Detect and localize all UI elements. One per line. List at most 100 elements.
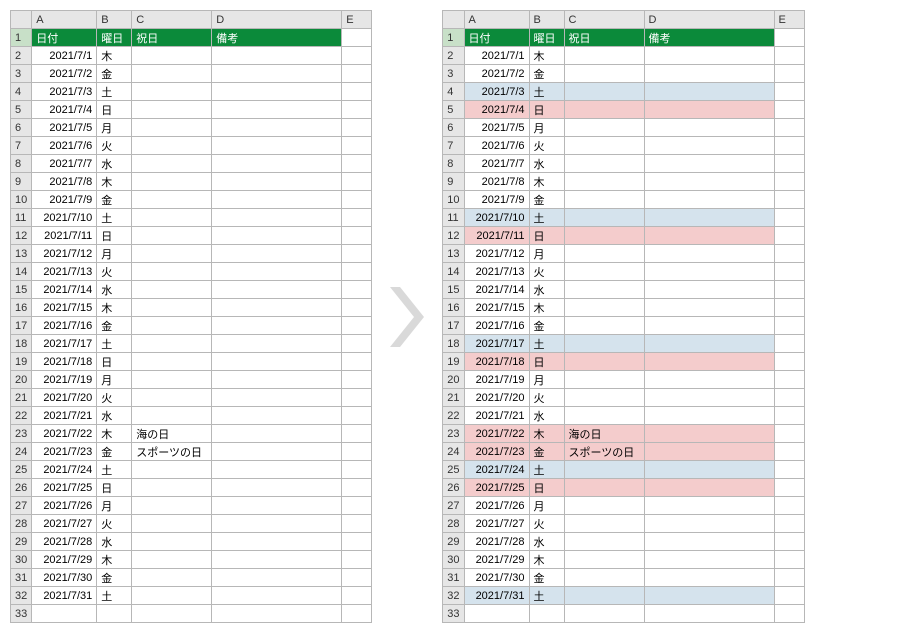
cell[interactable] xyxy=(342,461,372,479)
cell-holiday[interactable] xyxy=(132,155,212,173)
cell-date[interactable]: 2021/7/31 xyxy=(32,587,97,605)
header-cell-dow[interactable]: 曜日 xyxy=(529,29,564,47)
row-header[interactable]: 1 xyxy=(11,29,32,47)
cell-note[interactable] xyxy=(644,47,774,65)
cell[interactable] xyxy=(774,443,804,461)
header-cell-dow[interactable]: 曜日 xyxy=(97,29,132,47)
cell-holiday[interactable] xyxy=(564,227,644,245)
cell-note[interactable] xyxy=(212,209,342,227)
cell-date[interactable]: 2021/7/22 xyxy=(32,425,97,443)
cell-dow[interactable]: 火 xyxy=(97,137,132,155)
cell-holiday[interactable] xyxy=(132,479,212,497)
cell-holiday[interactable] xyxy=(132,551,212,569)
header-cell-note[interactable]: 備考 xyxy=(212,29,342,47)
cell-holiday[interactable] xyxy=(132,227,212,245)
row-header[interactable]: 12 xyxy=(11,227,32,245)
row-header[interactable]: 13 xyxy=(11,245,32,263)
cell-note[interactable] xyxy=(212,533,342,551)
cell-dow[interactable]: 火 xyxy=(529,263,564,281)
row-header[interactable]: 25 xyxy=(443,461,464,479)
cell-holiday[interactable] xyxy=(564,209,644,227)
cell-dow[interactable]: 金 xyxy=(97,569,132,587)
cell-note[interactable] xyxy=(212,299,342,317)
cell[interactable] xyxy=(97,605,132,623)
cell-holiday[interactable]: 海の日 xyxy=(132,425,212,443)
cell-date[interactable]: 2021/7/24 xyxy=(464,461,529,479)
cell-holiday[interactable] xyxy=(564,173,644,191)
cell-dow[interactable]: 土 xyxy=(97,587,132,605)
cell-note[interactable] xyxy=(644,515,774,533)
row-header[interactable]: 26 xyxy=(443,479,464,497)
cell[interactable] xyxy=(774,119,804,137)
cell[interactable] xyxy=(342,533,372,551)
cell-holiday[interactable] xyxy=(564,461,644,479)
cell[interactable] xyxy=(774,317,804,335)
cell-note[interactable] xyxy=(644,551,774,569)
cell-date[interactable]: 2021/7/19 xyxy=(32,371,97,389)
row-header[interactable]: 3 xyxy=(11,65,32,83)
row-header[interactable]: 33 xyxy=(11,605,32,623)
cell-holiday[interactable] xyxy=(132,371,212,389)
cell-date[interactable]: 2021/7/4 xyxy=(464,101,529,119)
cell-date[interactable]: 2021/7/4 xyxy=(32,101,97,119)
cell[interactable] xyxy=(774,227,804,245)
cell-note[interactable] xyxy=(212,47,342,65)
cell-dow[interactable]: 木 xyxy=(97,551,132,569)
cell-date[interactable]: 2021/7/17 xyxy=(32,335,97,353)
cell-note[interactable] xyxy=(644,587,774,605)
cell-note[interactable] xyxy=(212,425,342,443)
row-header[interactable]: 7 xyxy=(443,137,464,155)
cell[interactable] xyxy=(774,587,804,605)
cell-dow[interactable]: 金 xyxy=(529,569,564,587)
cell-note[interactable] xyxy=(212,389,342,407)
cell-note[interactable] xyxy=(212,83,342,101)
cell-note[interactable] xyxy=(644,335,774,353)
cell-dow[interactable]: 月 xyxy=(97,119,132,137)
row-header[interactable]: 2 xyxy=(443,47,464,65)
cell-dow[interactable]: 水 xyxy=(97,155,132,173)
cell-dow[interactable]: 木 xyxy=(529,173,564,191)
cell[interactable] xyxy=(342,281,372,299)
cell-date[interactable]: 2021/7/19 xyxy=(464,371,529,389)
cell[interactable] xyxy=(342,353,372,371)
cell-dow[interactable]: 金 xyxy=(97,191,132,209)
cell[interactable] xyxy=(342,227,372,245)
select-all-corner[interactable] xyxy=(11,11,32,29)
cell-dow[interactable]: 火 xyxy=(97,389,132,407)
cell[interactable] xyxy=(774,155,804,173)
column-header-D[interactable]: D xyxy=(644,11,774,29)
row-header[interactable]: 17 xyxy=(443,317,464,335)
cell-dow[interactable]: 木 xyxy=(97,173,132,191)
cell-dow[interactable]: 金 xyxy=(529,443,564,461)
row-header[interactable]: 5 xyxy=(11,101,32,119)
cell-dow[interactable]: 土 xyxy=(97,461,132,479)
cell-date[interactable]: 2021/7/7 xyxy=(32,155,97,173)
cell-date[interactable]: 2021/7/26 xyxy=(464,497,529,515)
cell[interactable] xyxy=(774,407,804,425)
row-header[interactable]: 29 xyxy=(11,533,32,551)
cell-date[interactable]: 2021/7/16 xyxy=(32,317,97,335)
header-cell-note[interactable]: 備考 xyxy=(644,29,774,47)
row-header[interactable]: 8 xyxy=(443,155,464,173)
cell[interactable] xyxy=(342,263,372,281)
cell[interactable] xyxy=(342,299,372,317)
cell[interactable] xyxy=(342,569,372,587)
cell-dow[interactable]: 火 xyxy=(529,515,564,533)
cell-date[interactable]: 2021/7/5 xyxy=(464,119,529,137)
row-header[interactable]: 31 xyxy=(11,569,32,587)
row-header[interactable]: 27 xyxy=(443,497,464,515)
row-header[interactable]: 19 xyxy=(443,353,464,371)
row-header[interactable]: 10 xyxy=(11,191,32,209)
cell-note[interactable] xyxy=(212,137,342,155)
cell-note[interactable] xyxy=(212,353,342,371)
cell[interactable] xyxy=(342,515,372,533)
cell-note[interactable] xyxy=(212,191,342,209)
cell-holiday[interactable] xyxy=(132,119,212,137)
cell[interactable] xyxy=(342,119,372,137)
cell[interactable] xyxy=(342,425,372,443)
cell-holiday[interactable] xyxy=(564,353,644,371)
cell-holiday[interactable] xyxy=(132,407,212,425)
cell-dow[interactable]: 木 xyxy=(97,299,132,317)
cell-holiday[interactable]: スポーツの日 xyxy=(564,443,644,461)
row-header[interactable]: 15 xyxy=(11,281,32,299)
